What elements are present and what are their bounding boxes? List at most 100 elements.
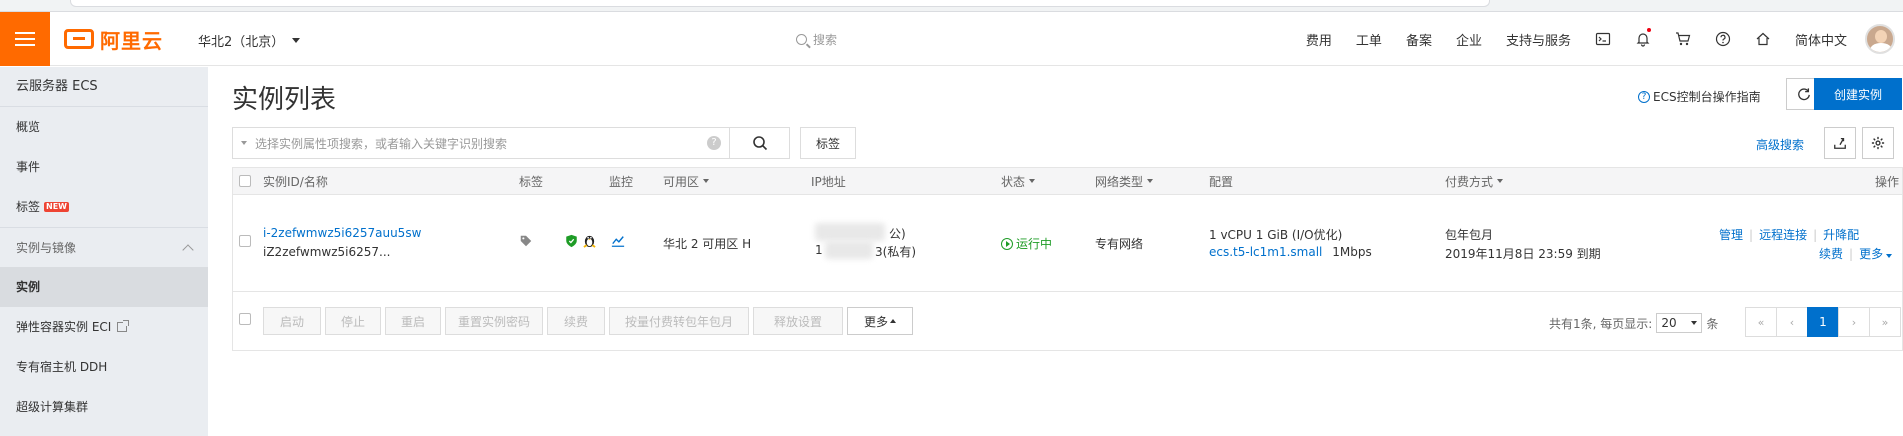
- user-avatar[interactable]: [1865, 24, 1895, 54]
- row-actions-top: 管理 | 远程连接 | 升降配: [1719, 226, 1859, 243]
- global-search[interactable]: 搜索: [796, 31, 837, 48]
- upgrade-link[interactable]: 升降配: [1823, 228, 1859, 242]
- instance-type-link[interactable]: ecs.t5-lc1m1.small: [1209, 245, 1322, 259]
- divider: |: [1849, 247, 1854, 261]
- sort-caret-icon: [703, 179, 710, 183]
- manage-link[interactable]: 管理: [1719, 228, 1743, 242]
- remote-connect-link[interactable]: 远程连接: [1759, 228, 1807, 242]
- shield-icon[interactable]: [565, 234, 578, 251]
- stop-button[interactable]: 停止: [325, 307, 381, 335]
- bell-icon[interactable]: [1623, 12, 1663, 66]
- export-button[interactable]: [1824, 127, 1856, 159]
- checkbox[interactable]: [239, 175, 251, 187]
- col-status[interactable]: 状态: [1001, 173, 1036, 190]
- menu-line-icon: [15, 44, 35, 46]
- cart-icon[interactable]: [1663, 12, 1703, 66]
- search-icon: [752, 136, 767, 151]
- select-all-checkbox[interactable]: [239, 175, 251, 187]
- hamburger-menu-button[interactable]: [0, 12, 50, 66]
- row-checkbox[interactable]: [239, 235, 251, 250]
- page-title: 实例列表: [232, 85, 337, 115]
- sidebar-item-label: 实例: [16, 280, 41, 294]
- page-1-button[interactable]: 1: [1807, 307, 1839, 337]
- last-page-button[interactable]: »: [1869, 307, 1901, 337]
- browser-chrome: [0, 0, 1903, 12]
- more-batch-button[interactable]: 更多: [847, 307, 913, 335]
- help-icon[interactable]: [1703, 12, 1743, 66]
- search-button[interactable]: [730, 127, 790, 159]
- top-link-ticket[interactable]: 工单: [1344, 30, 1394, 49]
- sidebar-section-instances-images[interactable]: 实例与镜像: [0, 227, 208, 267]
- tag-icon[interactable]: [519, 234, 533, 251]
- sidebar-section-label: 实例与镜像: [16, 240, 77, 255]
- next-page-button[interactable]: ›: [1838, 307, 1870, 337]
- restart-button[interactable]: 重启: [385, 307, 441, 335]
- sidebar-item-label: 事件: [16, 160, 41, 174]
- status-label: 运行中: [1016, 237, 1053, 251]
- instance-name: iZ2zefwmwz5i6257...: [263, 245, 391, 259]
- chevron-up-icon: [182, 243, 194, 256]
- start-button[interactable]: 启动: [263, 307, 321, 335]
- col-ip: IP地址: [811, 174, 846, 189]
- prev-page-button[interactable]: ‹: [1776, 307, 1808, 337]
- tag-filter-button[interactable]: 标签: [800, 127, 856, 159]
- release-settings-button[interactable]: 释放设置: [753, 307, 843, 335]
- divider: |: [1813, 228, 1818, 242]
- top-link-enterprise[interactable]: 企业: [1444, 30, 1494, 49]
- renew-link[interactable]: 续费: [1819, 247, 1843, 261]
- convert-billing-button[interactable]: 按量付费转包年包月: [609, 307, 749, 335]
- browser-address-bar[interactable]: [70, 0, 1490, 7]
- more-actions-label: 更多: [1859, 247, 1884, 261]
- sidebar-item-tags[interactable]: 标签 NEW: [0, 187, 208, 227]
- checkbox[interactable]: [239, 235, 251, 247]
- reset-password-button[interactable]: 重置实例密码: [445, 307, 543, 335]
- caret-down-icon: [1886, 254, 1893, 258]
- home-icon[interactable]: [1743, 12, 1783, 66]
- ecs-guide-link[interactable]: ? ECS控制台操作指南: [1638, 88, 1761, 105]
- aliyun-logo-icon: [64, 29, 94, 49]
- settings-button[interactable]: [1862, 127, 1894, 159]
- top-link-cost[interactable]: 费用: [1294, 30, 1344, 49]
- renew-button[interactable]: 续费: [547, 307, 605, 335]
- pay-type: 包年包月: [1445, 228, 1494, 242]
- col-zone[interactable]: 可用区: [663, 173, 710, 190]
- advanced-search-link[interactable]: 高级搜索: [1756, 136, 1804, 153]
- create-instance-button[interactable]: 创建实例: [1814, 78, 1902, 110]
- col-network[interactable]: 网络类型: [1095, 173, 1154, 190]
- sidebar-item-scc[interactable]: 超级计算集群: [0, 387, 208, 427]
- col-monitor: 监控: [609, 174, 634, 189]
- search-help-icon[interactable]: ?: [707, 136, 721, 150]
- sidebar-item-instances[interactable]: 实例: [0, 267, 208, 307]
- more-actions-link[interactable]: 更多: [1859, 247, 1893, 261]
- sidebar-item-events[interactable]: 事件: [0, 147, 208, 187]
- sort-caret-icon: [1029, 179, 1036, 183]
- top-link-icp[interactable]: 备案: [1394, 30, 1444, 49]
- terminal-icon[interactable]: [1583, 12, 1623, 66]
- filter-dropdown-icon[interactable]: [241, 141, 247, 145]
- region-selector[interactable]: 华北2（北京）: [198, 31, 301, 50]
- checkbox[interactable]: [239, 313, 251, 325]
- monitor-chart-icon[interactable]: [611, 234, 625, 251]
- sidebar-item-ddh[interactable]: 专有宿主机 DDH: [0, 347, 208, 387]
- top-link-support[interactable]: 支持与服务: [1494, 30, 1583, 49]
- instance-search-input[interactable]: 选择实例属性项搜索，或者输入关键字识别搜索 ?: [232, 127, 730, 159]
- instance-search-row: 选择实例属性项搜索，或者输入关键字识别搜索 ? 标签: [232, 127, 856, 159]
- page-size-select[interactable]: 20: [1656, 313, 1703, 333]
- instance-id-link[interactable]: i-2zefwmwz5i6257auu5sw: [263, 226, 421, 240]
- language-selector[interactable]: 简体中文: [1783, 30, 1859, 49]
- ecs-guide-label: ECS控制台操作指南: [1653, 90, 1761, 104]
- ip-public-suffix: 公): [889, 227, 906, 241]
- region-label: 华北2（北京）: [198, 35, 285, 50]
- first-page-button[interactable]: «: [1745, 307, 1777, 337]
- external-link-icon: [117, 320, 130, 332]
- sidebar-item-overview[interactable]: 概览: [0, 107, 208, 147]
- col-pay[interactable]: 付费方式: [1445, 173, 1504, 190]
- pager-info: 共有1条, 每页显示: 20 条: [1549, 313, 1718, 333]
- sort-caret-icon: [1497, 179, 1504, 183]
- sidebar-item-eci[interactable]: 弹性容器实例 ECI: [0, 307, 208, 347]
- export-icon: [1834, 137, 1846, 149]
- more-batch-label: 更多: [863, 314, 888, 329]
- col-id-name: 实例ID/名称: [263, 174, 328, 189]
- footer-select-all[interactable]: [239, 313, 251, 328]
- aliyun-logo[interactable]: 阿里云: [64, 26, 163, 53]
